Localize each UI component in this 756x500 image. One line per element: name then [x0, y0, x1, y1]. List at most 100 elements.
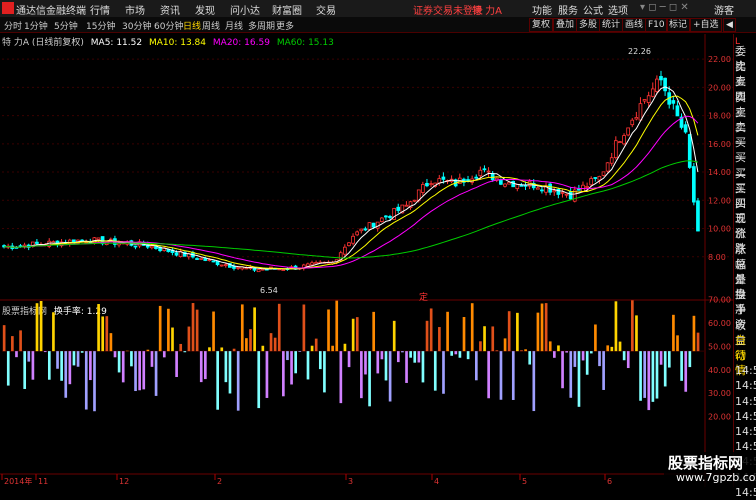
date-tick-label: 3 — [348, 477, 353, 486]
candle-body — [282, 270, 285, 271]
turnover-bar-up — [11, 336, 14, 351]
candle-body — [405, 205, 408, 206]
turnover-bar-down — [602, 351, 605, 390]
turnover-bar-up — [303, 305, 306, 352]
high-price-label: 22.26 — [628, 47, 651, 56]
price-tick-label: 22.00 — [708, 55, 731, 64]
turnover-bar-down — [200, 351, 203, 382]
turnover-bar-down — [348, 351, 351, 367]
turnover-bar-down — [237, 351, 240, 411]
candle-body — [483, 169, 486, 170]
candle-body — [508, 182, 511, 184]
date-tick-label: 2014年 — [4, 476, 32, 486]
turnover-bar-down — [134, 351, 137, 391]
candle-body — [610, 158, 613, 164]
turnover-bar-down — [229, 351, 232, 393]
turnover-bar-down — [450, 351, 453, 356]
candle-body — [565, 194, 568, 195]
candle-body — [352, 236, 355, 243]
turnover-bar-down — [130, 351, 133, 366]
turnover-bar-up — [524, 349, 527, 351]
turnover-bar-down — [23, 351, 26, 389]
turnover-bar-up — [520, 350, 523, 351]
candle-body — [306, 264, 309, 266]
candle-body — [35, 242, 38, 243]
turnover-bar-up — [344, 344, 347, 351]
turnover-bar-down — [7, 351, 10, 385]
turnover-bar-down — [413, 351, 416, 363]
turnover-bar-up — [610, 347, 613, 351]
panel-item-time-24: 14:56 — [735, 409, 756, 424]
event-marker[interactable]: 定 — [419, 291, 428, 303]
turnover-bar-down — [64, 351, 67, 398]
candle-body — [540, 190, 543, 191]
turnover-bar-down — [360, 351, 363, 398]
turnover-bar-down — [56, 351, 59, 369]
turnover-bar-up — [508, 311, 511, 351]
turnover-bar-down — [307, 351, 310, 379]
turnover-bar-down — [598, 351, 601, 366]
axes: 22.0020.0018.0016.0014.0012.0010.008.007… — [2, 55, 731, 486]
stock-chart[interactable]: 22.0020.0018.0016.0014.0012.0010.008.007… — [0, 0, 733, 487]
turnover-bar-down — [684, 351, 687, 392]
candle-body — [343, 247, 346, 254]
turnover-tick-label: 70.00 — [708, 296, 731, 305]
turnover-bar-down — [155, 351, 158, 396]
turnover-bar-up — [352, 319, 355, 351]
candle-body — [504, 184, 507, 186]
turnover-bar-up — [471, 303, 474, 351]
candle-body — [614, 141, 617, 158]
candle-body — [499, 180, 502, 185]
candle-body — [389, 216, 392, 217]
turnover-bar-down — [122, 351, 125, 382]
turnover-bar-up — [615, 301, 618, 351]
turnover-bar-down — [647, 351, 650, 410]
candle-body — [491, 173, 494, 179]
candle-body — [212, 261, 215, 262]
turnover-bar-down — [225, 351, 228, 382]
turnover-bar-up — [676, 335, 679, 351]
turnover-bar-down — [569, 351, 572, 398]
turnover-bar-down — [689, 351, 692, 367]
turnover-bar-down — [668, 351, 671, 367]
turnover-bar-up — [220, 347, 223, 351]
turnover-bar-up — [110, 333, 113, 351]
turnover-bar-down — [282, 351, 285, 396]
turnover-bar-up — [212, 312, 215, 352]
turnover-bar-down — [69, 351, 72, 384]
candle-body — [421, 184, 424, 192]
turnover-bar-down — [286, 351, 289, 360]
turnover-bar-up — [270, 333, 273, 351]
price-tick-label: 14.00 — [708, 168, 731, 177]
turnover-bar-up — [430, 308, 433, 351]
candle-body — [134, 246, 137, 247]
turnover-bar-down — [175, 351, 178, 377]
turnover-bar-up — [315, 339, 318, 352]
turnover-bar-down — [93, 351, 96, 411]
turnover-bar-down — [459, 351, 462, 358]
turnover-bar-down — [590, 351, 593, 353]
turnover-bar-up — [179, 344, 182, 351]
turnover-bar-up — [159, 306, 162, 351]
turnover-bar-down — [183, 351, 186, 352]
candle-body — [196, 259, 199, 260]
candle-body — [220, 265, 223, 266]
turnover-bar-down — [418, 351, 421, 362]
turnover-bar-down — [142, 351, 145, 389]
turnover-tick-label: 20.00 — [708, 413, 731, 422]
turnover-bar-up — [335, 301, 338, 351]
candle-body — [360, 229, 363, 231]
candle-body — [590, 179, 593, 185]
turnover-tick-label: 60.00 — [708, 319, 731, 328]
turnover-bar-down — [409, 351, 412, 358]
turnover-bar-up — [491, 326, 494, 351]
turnover-bar-down — [623, 351, 626, 360]
candle-body — [606, 163, 609, 171]
date-tick-label: 12 — [119, 477, 129, 486]
turnover-bar-down — [323, 351, 326, 392]
candle-body — [618, 142, 621, 143]
turnover-bar-up — [36, 303, 39, 351]
turnover-bars — [2, 300, 705, 411]
candle-body — [676, 106, 679, 116]
turnover-bar-down — [118, 351, 121, 372]
